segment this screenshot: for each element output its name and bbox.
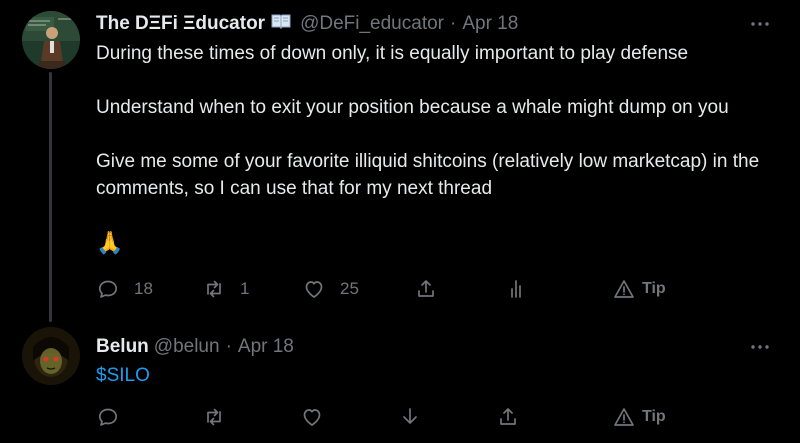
reply-button[interactable] xyxy=(96,402,120,432)
tweet-text-line: During these times of down only, it is e… xyxy=(96,43,689,64)
tip-button[interactable]: Tip xyxy=(612,402,666,432)
retweet-button[interactable]: 1 xyxy=(202,274,249,304)
thread-connector-line xyxy=(49,72,52,322)
share-button[interactable] xyxy=(414,274,438,304)
display-name[interactable]: Belun xyxy=(96,336,149,358)
pray-emoji: 🙏 xyxy=(96,230,124,255)
avatar-belun[interactable] xyxy=(22,327,80,385)
tip-label: Tip xyxy=(642,280,666,297)
downvote-button[interactable] xyxy=(398,402,422,432)
handle[interactable]: @belun xyxy=(154,336,220,358)
retweet-button[interactable] xyxy=(202,402,226,432)
reply-button[interactable]: 18 xyxy=(96,274,153,304)
analytics-icon xyxy=(511,280,521,298)
display-name[interactable]: The DΞFi Ξducator xyxy=(96,13,265,35)
analytics-button[interactable] xyxy=(504,274,528,304)
reply-icon xyxy=(98,408,118,426)
reply-icon xyxy=(98,280,118,298)
tweet-header: The DΞFi Ξducator @DeFi_educator · Apr 1… xyxy=(96,12,518,36)
like-button[interactable]: 25 xyxy=(302,274,359,304)
share-icon xyxy=(418,280,434,297)
retweet-icon xyxy=(207,408,221,426)
cashtag-link[interactable]: $SILO xyxy=(96,365,150,386)
book-icon xyxy=(271,13,291,35)
tweet-main[interactable]: The DΞFi Ξducator @DeFi_educator · Apr 1… xyxy=(0,0,800,322)
tweet-date[interactable]: Apr 18 xyxy=(462,13,518,35)
handle[interactable]: @DeFi_educator xyxy=(300,13,444,35)
tip-icon xyxy=(614,280,634,298)
tip-label: Tip xyxy=(642,408,666,425)
tip-icon xyxy=(614,408,634,426)
heart-icon xyxy=(303,409,321,426)
avatar-defi-educator[interactable] xyxy=(22,11,80,69)
more-options-icon[interactable] xyxy=(748,335,772,359)
tweet-reply[interactable]: Belun @belun · Apr 18 $SILO Tip xyxy=(0,322,800,443)
action-bar: 18 1 25 Tip xyxy=(96,274,716,304)
arrow-down-icon xyxy=(403,408,417,424)
tweet-text-line: Give me some of your favorite illiquid s… xyxy=(96,151,760,199)
action-bar: Tip xyxy=(96,402,716,432)
separator-dot: · xyxy=(225,336,232,357)
heart-icon xyxy=(305,281,323,298)
like-count: 25 xyxy=(340,279,359,298)
share-icon xyxy=(500,408,516,425)
like-button[interactable] xyxy=(300,402,324,432)
tweet-date[interactable]: Apr 18 xyxy=(238,336,294,358)
tip-button[interactable]: Tip xyxy=(612,274,666,304)
tweet-text: $SILO xyxy=(96,362,150,389)
tweet-header: Belun @belun · Apr 18 xyxy=(96,335,294,359)
retweet-icon xyxy=(207,280,221,298)
reply-count: 18 xyxy=(134,279,153,298)
tweet-text: During these times of down only, it is e… xyxy=(96,40,786,256)
separator-dot: · xyxy=(450,13,457,34)
more-options-icon[interactable] xyxy=(748,12,772,36)
tweet-text-line: Understand when to exit your position be… xyxy=(96,97,729,118)
retweet-count: 1 xyxy=(240,279,250,298)
share-button[interactable] xyxy=(496,402,520,432)
